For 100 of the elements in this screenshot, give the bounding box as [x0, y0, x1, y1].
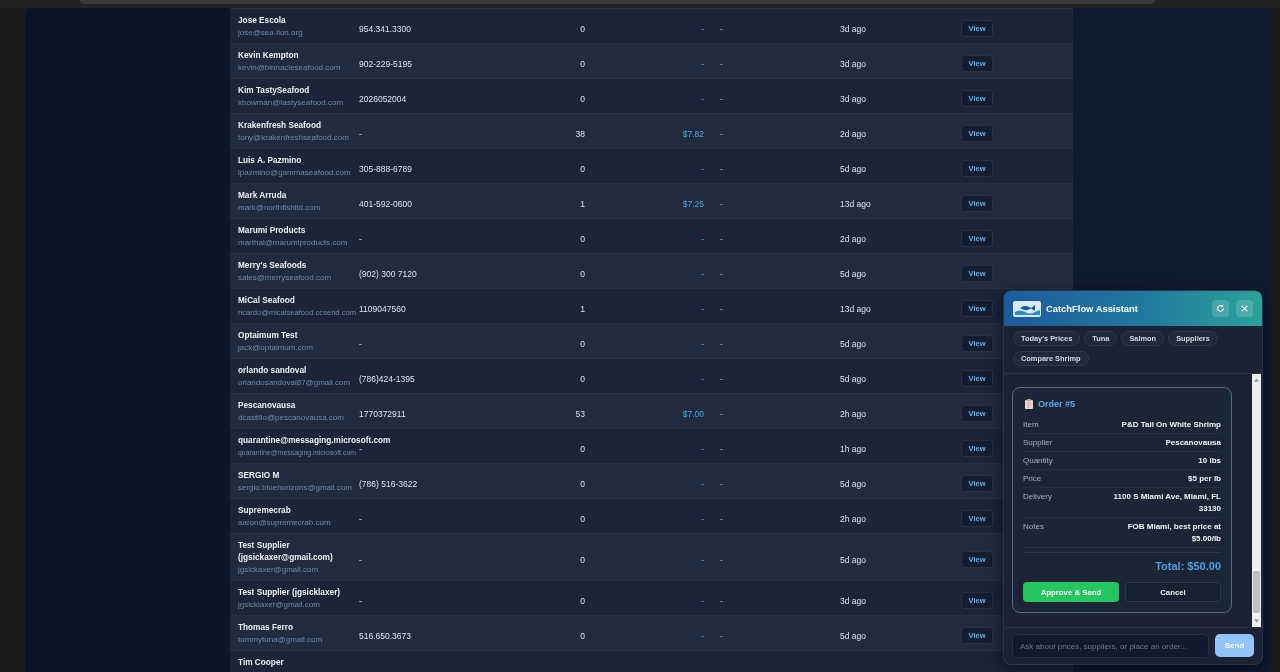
price-value: -: [701, 513, 704, 524]
count-value: 0: [580, 93, 585, 104]
field-value: $5 per lb: [1188, 473, 1221, 485]
price-value: -: [701, 443, 704, 454]
supplier-name: Merry's Seafoods: [238, 260, 307, 272]
supplier-email: tony@krakenfreshseafood.com: [238, 132, 349, 143]
supplier-email: kbowman@tastyseafood.com: [238, 97, 344, 108]
table-cell: -: [720, 554, 723, 565]
table-cell: -: [720, 163, 723, 174]
supplier-name: quarantine@messaging.microsoft.com: [238, 435, 391, 447]
price-value: -: [701, 58, 704, 69]
price-value: -: [701, 554, 704, 565]
phone-number: 954.341.3300: [359, 23, 411, 34]
phone-number: -: [359, 128, 362, 139]
supplier-email: jgsicklaxer@gmail.com: [238, 599, 320, 610]
table-cell: -: [720, 443, 723, 454]
count-value: 1: [580, 303, 585, 314]
scroll-up-arrow-icon[interactable]: [1253, 377, 1260, 383]
supplier-name: MiCal Seafood: [238, 295, 295, 307]
price-value: -: [701, 303, 704, 314]
count-value: 0: [580, 595, 585, 606]
price-value: -: [701, 595, 704, 606]
table-cell: -: [720, 513, 723, 524]
field-value: Pescanovausa: [1165, 437, 1221, 449]
phone-number: 2026052004: [359, 93, 407, 104]
table-cell: -: [720, 23, 723, 34]
order-total: Total: $50.00: [1155, 559, 1221, 573]
supplier-name: SERGIO M: [238, 470, 280, 482]
refresh-button[interactable]: [1212, 300, 1229, 317]
table-cell: -: [720, 630, 723, 641]
count-value: 0: [580, 443, 585, 454]
supplier-name: Test Supplier (jgsicklaxer): [238, 587, 341, 599]
price-value: -: [701, 233, 704, 244]
supplier-name: Kim TastySeafood: [238, 85, 310, 97]
field-value: P&D Tail On White Shrimp: [1121, 419, 1221, 431]
scroll-down-arrow-icon[interactable]: [1253, 618, 1260, 624]
phone-number: -: [359, 443, 362, 454]
scrollbar-thumb[interactable]: [1253, 571, 1260, 613]
count-value: 0: [580, 23, 585, 34]
time-ago: 2h ago: [840, 513, 866, 524]
chat-input[interactable]: Ask about prices, suppliers, or place an order...: [1012, 634, 1209, 658]
price-value: $7.82: [682, 128, 704, 139]
field-value: 1100 S Miami Ave, Miami, FL 33130: [1112, 491, 1221, 515]
time-ago: 13d ago: [840, 303, 871, 314]
time-ago: 3d ago: [840, 58, 866, 69]
phone-number: (786) 516-3622: [359, 478, 418, 489]
time-ago: 3d ago: [840, 93, 866, 104]
price-value: -: [701, 93, 704, 104]
time-ago: 5d ago: [840, 268, 866, 279]
field-label: Delivery: [1023, 491, 1052, 503]
price-value: -: [701, 268, 704, 279]
supplier-name: Jose Escola: [238, 15, 286, 27]
supplier-email: orlandosandoval87@gmail.com: [238, 377, 351, 388]
supplier-name: Krakenfresh Seafood: [238, 120, 321, 132]
count-value: 0: [580, 630, 585, 641]
count-value: 0: [580, 338, 585, 349]
phone-number: 1770372911: [359, 408, 406, 419]
field-label: Notes: [1023, 521, 1044, 533]
count-value: 0: [580, 478, 585, 489]
price-value: -: [701, 630, 704, 641]
phone-number: 401-592-0600: [359, 198, 412, 209]
table-cell: -: [720, 268, 723, 279]
count-value: 0: [580, 268, 585, 279]
table-cell: -: [720, 408, 723, 419]
count-value: 0: [580, 513, 585, 524]
supplier-name: Test Supplier (jgsickaxer@gmail.com): [238, 540, 334, 564]
supplier-name: Thomas Ferro: [238, 622, 293, 634]
supplier-email: sergio.bluehorizons@gmail.com: [238, 482, 352, 493]
scrollbar[interactable]: [1252, 374, 1261, 627]
time-ago: 3d ago: [840, 23, 866, 34]
field-label: Item: [1023, 419, 1039, 431]
time-ago: 5d ago: [840, 630, 866, 641]
fish-logo-icon: [1013, 300, 1041, 317]
table-cell: -: [720, 128, 723, 139]
field-label: Price: [1023, 473, 1042, 485]
supplier-email: jose@sea-lion.org: [238, 27, 303, 38]
time-ago: 5d ago: [840, 338, 866, 349]
table-cell: -: [720, 373, 723, 384]
time-ago: 5d ago: [840, 554, 866, 565]
field-label: Supplier: [1023, 437, 1053, 449]
price-value: -: [701, 478, 704, 489]
field-value: FOB Miami, best price at $5.00/lb: [1126, 521, 1221, 545]
close-button[interactable]: [1236, 300, 1253, 317]
clipboard-icon: [1025, 399, 1033, 409]
count-value: 0: [580, 554, 585, 565]
price-value: $7.25: [682, 198, 704, 209]
phone-number: -: [359, 513, 362, 524]
time-ago: 5d ago: [840, 478, 866, 489]
time-ago: 13d ago: [840, 198, 871, 209]
count-value: 53: [575, 408, 585, 419]
supplier-email: jack@optaimum.com: [238, 342, 313, 353]
count-value: 0: [580, 373, 585, 384]
supplier-name: Luis A. Pazmino: [238, 155, 302, 167]
supplier-email: sales@merryseafood.com: [238, 272, 332, 283]
phone-number: (786)424-1395: [359, 373, 415, 384]
supplier-name: Mark Arruda: [238, 190, 287, 202]
table-cell: -: [720, 58, 723, 69]
supplier-email: lpazmino@gammaseafood.com: [238, 167, 351, 178]
table-cell: -: [720, 595, 723, 606]
phone-number: 1109047560: [359, 303, 406, 314]
